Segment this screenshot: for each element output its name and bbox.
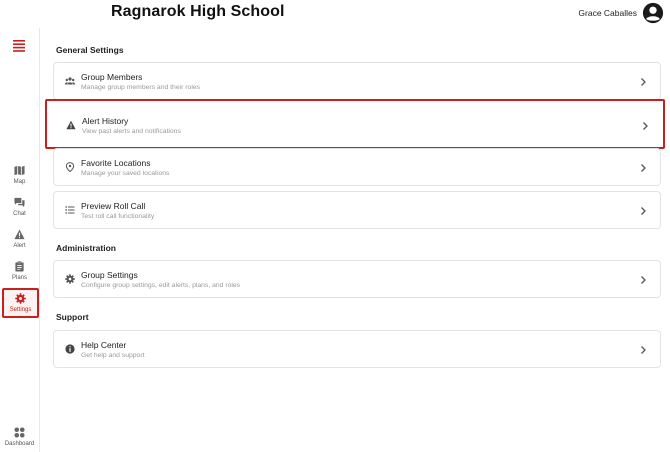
warning-icon [66, 120, 76, 130]
plans-icon [15, 261, 24, 272]
sidebar-item-label: Map [13, 179, 26, 185]
group-members-card[interactable]: Group Members Manage group members and t… [53, 62, 661, 100]
user-avatar-icon[interactable] [642, 2, 664, 24]
user-name[interactable]: Grace Caballes [578, 8, 637, 18]
sidebar-item-map[interactable]: Map [0, 165, 39, 185]
info-icon [65, 344, 75, 354]
card-subtitle: Manage group members and their roles [81, 84, 201, 91]
chevron-right-icon [641, 276, 646, 284]
card-title: Preview Roll Call [81, 201, 146, 211]
sidebar-item-chat[interactable]: Chat [0, 197, 39, 217]
chevron-right-icon [641, 346, 646, 354]
sidebar: Map Chat Alert Plans Settings Dashboard [0, 28, 40, 452]
sidebar-item-label: Alert [13, 243, 26, 249]
sidebar-item-label: Plans [11, 275, 27, 281]
sidebar-item-dashboard[interactable]: Dashboard [0, 427, 39, 447]
section-title-support: Support [56, 312, 89, 322]
card-subtitle: Test roll call functionality [81, 213, 155, 220]
sidebar-item-label: Chat [13, 211, 26, 217]
section-title-general: General Settings [56, 45, 124, 55]
gear-icon [15, 293, 26, 304]
settings-content: General Settings Group Members Manage gr… [40, 28, 670, 452]
preview-roll-call-card[interactable]: Preview Roll Call Test roll call functio… [53, 191, 661, 229]
chevron-right-icon [643, 122, 648, 130]
school-title: Ragnarok High School [111, 3, 285, 20]
card-title: Help Center [81, 340, 127, 350]
dashboard-icon [14, 427, 25, 438]
help-center-card[interactable]: Help Center Get help and support [53, 330, 661, 368]
chevron-right-icon [641, 164, 646, 172]
sidebar-item-alert[interactable]: Alert [0, 229, 39, 249]
section-title-administration: Administration [56, 243, 116, 253]
card-title: Favorite Locations [81, 158, 151, 168]
card-subtitle: Get help and support [81, 352, 145, 359]
alert-icon [14, 229, 25, 240]
card-title: Alert History [82, 116, 129, 126]
checklist-icon [65, 206, 75, 214]
app-header: Ragnarok High School Grace Caballes [0, 0, 670, 28]
card-subtitle: Manage your saved locations [81, 170, 170, 177]
group-settings-card[interactable]: Group Settings Configure group settings,… [53, 260, 661, 298]
favorite-locations-card[interactable]: Favorite Locations Manage your saved loc… [53, 148, 661, 186]
sidebar-item-settings[interactable]: Settings [2, 288, 39, 318]
chevron-right-icon [641, 78, 646, 86]
people-icon [65, 77, 75, 85]
gear-icon [65, 274, 75, 284]
sidebar-item-plans[interactable]: Plans [0, 261, 39, 281]
sidebar-item-label: Dashboard [4, 441, 35, 447]
card-subtitle: Configure group settings, edit alerts, p… [81, 282, 241, 289]
location-pin-icon [65, 162, 75, 172]
alert-history-card[interactable]: Alert History View past alerts and notif… [45, 99, 665, 149]
sidebar-item-label: Settings [9, 307, 32, 313]
card-title: Group Members [81, 72, 143, 82]
chat-icon [14, 197, 25, 208]
chevron-right-icon [641, 207, 646, 215]
card-subtitle: View past alerts and notifications [82, 128, 181, 135]
map-icon [14, 165, 25, 176]
card-title: Group Settings [81, 270, 138, 280]
menu-icon[interactable] [12, 40, 26, 52]
